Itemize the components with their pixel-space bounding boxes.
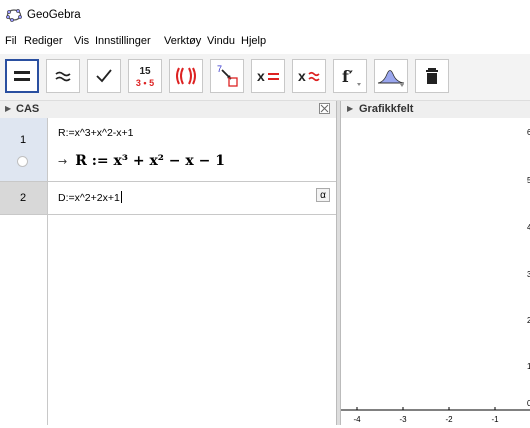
factor-icon: 15 3 • 5 — [136, 66, 154, 88]
trash-icon — [426, 68, 438, 84]
menu-innstillinger[interactable]: Innstillinger — [95, 35, 151, 47]
toolbar: 15 3 • 5 7 x x f′ — [0, 54, 530, 101]
probability-tool-button[interactable] — [374, 59, 408, 93]
solve-icon: x — [257, 68, 279, 84]
text-caret — [120, 191, 122, 203]
approx-icon — [55, 71, 71, 82]
solve-numeric-tool-button[interactable]: x — [292, 59, 326, 93]
cas-output-text: R := x³ + x² − x − 1 — [75, 153, 225, 169]
menu-fil[interactable]: Fil — [5, 35, 17, 47]
menu-hjelp[interactable]: Hjelp — [241, 35, 266, 47]
cas-input-2[interactable]: D:=x^2+2x+1 — [58, 191, 122, 204]
cas-row-1[interactable]: R:=x^3+x^2-x+1 → R := x³ + x² − x − 1 — [48, 118, 336, 182]
cas-input-text: D:=x^2+2x+1 — [58, 192, 120, 204]
substitute-icon: 7 — [217, 64, 238, 87]
x-tick-label: -3 — [399, 415, 407, 424]
solve-numeric-icon: x — [298, 68, 320, 84]
row-number: 1 — [20, 134, 27, 146]
svg-text:x: x — [257, 68, 265, 84]
solve-tool-button[interactable]: x — [251, 59, 285, 93]
collapse-triangle-icon[interactable]: ▶ — [5, 104, 11, 113]
numeric-tool-button[interactable] — [46, 59, 80, 93]
cas-view: 1 R:=x^3+x^2-x+1 → R := x³ + x² − x − 1 2… — [0, 118, 336, 425]
x-tick-label: -1 — [491, 415, 499, 424]
graphics-view-header: ▶ Grafikkfelt — [341, 101, 530, 119]
menu-rediger[interactable]: Rediger — [24, 35, 63, 47]
graphics-view-title: Grafikkfelt — [359, 103, 414, 115]
graphics-canvas[interactable]: -4 -3 -2 -1 6 5 4 3 2 1 0 — [341, 118, 530, 425]
evaluate-tool-button[interactable] — [5, 59, 39, 93]
x-tick-label: -4 — [353, 415, 361, 424]
output-arrow-icon: → — [58, 155, 68, 168]
cas-view-header: ▶ CAS — [0, 101, 336, 119]
visibility-toggle[interactable] — [17, 156, 28, 167]
svg-text:3 • 5: 3 • 5 — [136, 78, 154, 88]
close-view-icon[interactable] — [319, 103, 330, 114]
menu-vis[interactable]: Vis — [74, 35, 89, 47]
symbol-keyboard-button[interactable]: α — [316, 188, 330, 202]
window-title: GeoGebra — [27, 9, 81, 21]
row-number: 2 — [20, 192, 27, 204]
equals-icon — [14, 71, 30, 81]
cas-output-1: → R := x³ + x² − x − 1 — [58, 153, 225, 169]
graphics-view[interactable]: -4 -3 -2 -1 6 5 4 3 2 1 0 — [341, 118, 530, 425]
parentheses-icon — [176, 67, 196, 85]
geogebra-logo-icon — [6, 9, 22, 22]
derivative-icon: f′ — [342, 67, 361, 86]
menu-verktoy[interactable]: Verktøy — [164, 35, 201, 47]
svg-text:f′: f′ — [342, 67, 353, 86]
menu-bar: Fil Rediger Vis Innstillinger Verktøy Vi… — [0, 30, 530, 52]
menu-vindu[interactable]: Vindu — [207, 35, 235, 47]
svg-text:7: 7 — [217, 64, 222, 74]
derivative-tool-button[interactable]: f′ — [333, 59, 367, 93]
cas-view-title: CAS — [16, 103, 40, 115]
factor-tool-button[interactable]: 15 3 • 5 — [128, 59, 162, 93]
checkmark-icon — [96, 69, 112, 83]
svg-text:15: 15 — [139, 66, 151, 77]
row-header-2[interactable]: 2 — [0, 182, 47, 215]
collapse-triangle-icon[interactable]: ▶ — [347, 104, 353, 113]
cas-row-2[interactable]: D:=x^2+2x+1 α — [48, 182, 336, 215]
delete-tool-button[interactable] — [415, 59, 449, 93]
substitute-tool-button[interactable]: 7 — [210, 59, 244, 93]
cas-input-1[interactable]: R:=x^3+x^2-x+1 — [58, 127, 134, 139]
x-tick-label: -2 — [445, 415, 453, 424]
keep-input-tool-button[interactable] — [87, 59, 121, 93]
bell-curve-icon — [377, 70, 405, 87]
expand-tool-button[interactable] — [169, 59, 203, 93]
svg-text:x: x — [298, 68, 306, 84]
row-header-1[interactable]: 1 — [0, 118, 47, 182]
title-bar: GeoGebra — [0, 0, 530, 30]
